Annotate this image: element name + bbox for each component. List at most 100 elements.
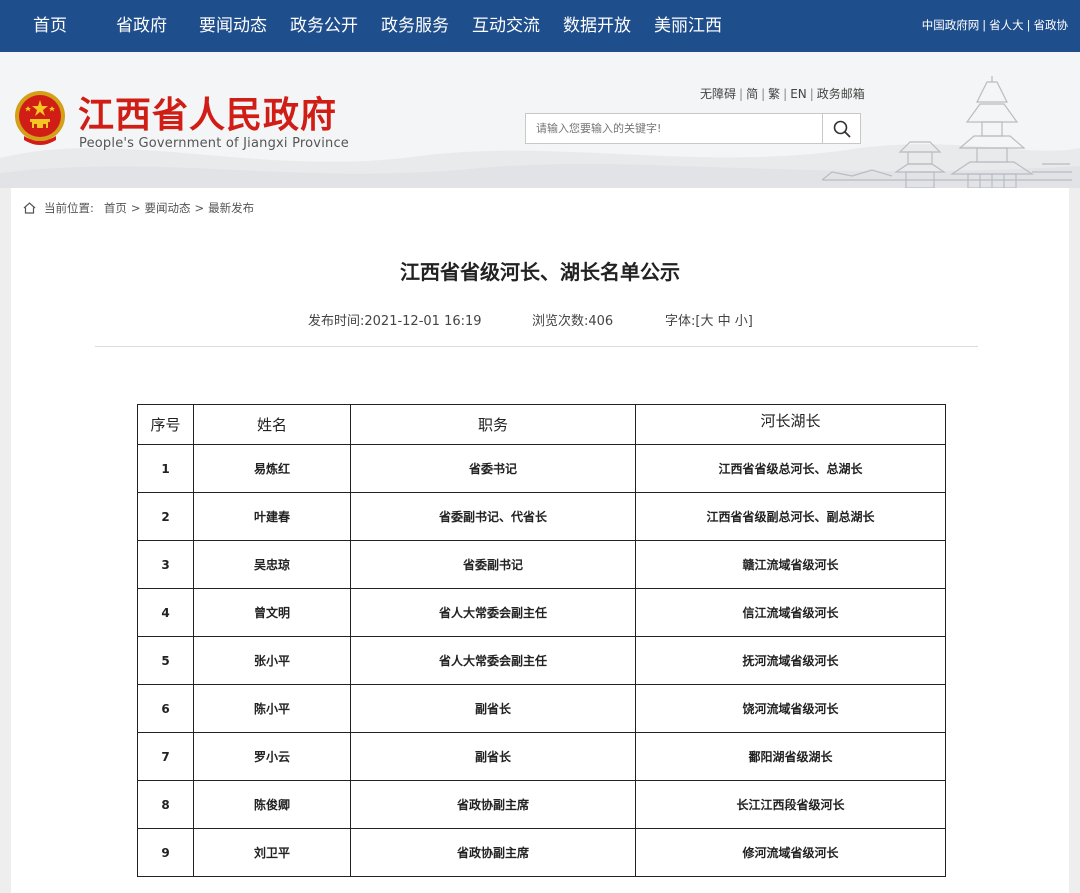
cell-chief-role: 鄱阳湖省级湖长 — [635, 732, 946, 781]
article-meta: 发布时间:2021-12-01 16:19 浏览次数:406 字体:[大 中 小… — [308, 310, 753, 329]
nav-provincial-government[interactable]: 省政府 — [116, 0, 167, 52]
cell-chief-role: 长江江西段省级河长 — [635, 780, 946, 829]
breadcrumb-news[interactable]: 要闻动态 — [145, 200, 191, 216]
cell-chief-role: 信江流域省级河长 — [635, 588, 946, 637]
table-row: 5 张小平 省人大常委会副主任 抚河流域省级河长 — [137, 636, 946, 685]
cell-chief-role: 赣江流域省级河长 — [635, 540, 946, 589]
cell-position: 省人大常委会副主任 — [350, 636, 636, 685]
cell-position: 省人大常委会副主任 — [350, 588, 636, 637]
cell-name: 陈俊卿 — [193, 780, 351, 829]
link-english[interactable]: EN — [790, 87, 807, 101]
separator: | — [739, 87, 744, 101]
breadcrumb-label: 当前位置: — [44, 201, 94, 215]
cell-index: 6 — [137, 684, 194, 733]
search-input[interactable] — [526, 114, 822, 143]
cell-index: 4 — [137, 588, 194, 637]
nav-home[interactable]: 首页 — [33, 0, 67, 52]
header-index: 序号 — [137, 404, 194, 445]
nav-interaction[interactable]: 互动交流 — [472, 0, 540, 52]
separator: | — [761, 87, 766, 101]
cell-index: 5 — [137, 636, 194, 685]
cell-chief-role: 抚河流域省级河长 — [635, 636, 946, 685]
font-size-small[interactable]: 小 — [735, 314, 748, 329]
nav-open-data[interactable]: 数据开放 — [563, 0, 631, 52]
cell-position: 省委副书记、代省长 — [350, 492, 636, 541]
font-size-bracket-close: ] — [747, 314, 753, 329]
table-row: 8 陈俊卿 省政协副主席 长江江西段省级河长 — [137, 780, 946, 829]
cell-name: 罗小云 — [193, 732, 351, 781]
cell-name: 吴忠琼 — [193, 540, 351, 589]
link-provincial-congress[interactable]: 省人大 — [989, 18, 1024, 32]
breadcrumb-home[interactable]: 首页 — [104, 200, 127, 216]
article-title: 江西省省级河长、湖长名单公示 — [400, 260, 680, 284]
cell-position: 省政协副主席 — [350, 780, 636, 829]
header-chief-role: 河长湖长 — [635, 404, 946, 445]
cell-index: 1 — [137, 444, 194, 493]
link-simplified-chinese[interactable]: 简 — [746, 87, 758, 101]
cell-position: 副省长 — [350, 684, 636, 733]
table-row: 4 曾文明 省人大常委会副主任 信江流域省级河长 — [137, 588, 946, 637]
article-card: 当前位置: 首页 > 要闻动态 > 最新发布 江西省省级河长、湖长名单公示 发布… — [11, 188, 1069, 893]
table-row: 9 刘卫平 省政协副主席 修河流域省级河长 — [137, 828, 946, 877]
cell-index: 7 — [137, 732, 194, 781]
search-box — [525, 113, 861, 144]
site-title[interactable]: 江西省人民政府 — [78, 86, 337, 138]
view-count: 浏览次数:406 — [532, 310, 613, 329]
font-size-large[interactable]: 大 — [700, 314, 713, 329]
separator: | — [1026, 18, 1031, 32]
cell-name: 张小平 — [193, 636, 351, 685]
header-name: 姓名 — [193, 404, 351, 445]
content-area: 当前位置: 首页 > 要闻动态 > 最新发布 江西省省级河长、湖长名单公示 发布… — [0, 188, 1080, 893]
cell-index: 3 — [137, 540, 194, 589]
nav-government-affairs-disclosure[interactable]: 政务公开 — [290, 0, 358, 52]
river-lake-chief-table: 序号 姓名 职务 河长湖长 1 易炼红 省委书记 江西省省级总河长、总湖长 2 … — [137, 404, 946, 877]
separator: | — [982, 18, 987, 32]
cell-name: 叶建春 — [193, 492, 351, 541]
publish-time: 发布时间:2021-12-01 16:19 — [308, 314, 482, 329]
link-provincial-cppcc[interactable]: 省政协 — [1034, 18, 1069, 32]
publish-time-label: 发布时间: — [308, 314, 365, 329]
table-row: 2 叶建春 省委副书记、代省长 江西省省级副总河长、副总湖长 — [137, 492, 946, 541]
top-nav: 首页 省政府 要闻动态 政务公开 政务服务 互动交流 数据开放 美丽江西 中国政… — [0, 0, 1080, 52]
separator: | — [783, 87, 788, 101]
cell-position: 省委副书记 — [350, 540, 636, 589]
cell-position: 副省长 — [350, 732, 636, 781]
view-count-label: 浏览次数: — [532, 314, 589, 329]
table-row: 6 陈小平 副省长 饶河流域省级河长 — [137, 684, 946, 733]
nav-beautiful-jiangxi[interactable]: 美丽江西 — [654, 0, 722, 52]
breadcrumb-separator: > — [194, 201, 205, 215]
cell-position: 省委书记 — [350, 444, 636, 493]
view-count-value: 406 — [588, 314, 614, 329]
site-subtitle: People's Government of Jiangxi Province — [79, 136, 349, 151]
cell-chief-role: 修河流域省级河长 — [635, 828, 946, 877]
font-size-label: 字体: — [665, 314, 696, 329]
pavilion-illustration — [822, 76, 1072, 188]
cell-index: 2 — [137, 492, 194, 541]
breadcrumb-separator: > — [130, 201, 141, 215]
breadcrumb-latest[interactable]: 最新发布 — [208, 200, 254, 216]
table-row: 7 罗小云 副省长 鄱阳湖省级湖长 — [137, 732, 946, 781]
title-divider — [95, 346, 978, 347]
separator: | — [809, 87, 814, 101]
header-position: 职务 — [350, 404, 636, 445]
cell-name: 陈小平 — [193, 684, 351, 733]
cell-name: 刘卫平 — [193, 828, 351, 877]
link-accessibility[interactable]: 无障碍 — [700, 87, 736, 101]
national-emblem-icon — [15, 91, 65, 145]
link-traditional-chinese[interactable]: 繁 — [768, 87, 780, 101]
cell-chief-role: 饶河流域省级河长 — [635, 684, 946, 733]
font-size-medium[interactable]: 中 — [718, 314, 731, 329]
publish-time-value: 2021-12-01 16:19 — [364, 314, 482, 329]
cell-chief-role: 江西省省级总河长、总湖长 — [635, 444, 946, 493]
cell-index: 8 — [137, 780, 194, 829]
cell-position: 省政协副主席 — [350, 828, 636, 877]
cell-name: 易炼红 — [193, 444, 351, 493]
nav-news[interactable]: 要闻动态 — [199, 0, 267, 52]
link-china-government[interactable]: 中国政府网 — [922, 18, 980, 32]
table-header-row: 序号 姓名 职务 河长湖长 — [137, 404, 946, 445]
top-external-links: 中国政府网 | 省人大 | 省政协 — [922, 0, 1068, 52]
nav-government-services[interactable]: 政务服务 — [381, 0, 449, 52]
home-icon — [23, 202, 36, 214]
table-row: 1 易炼红 省委书记 江西省省级总河长、总湖长 — [137, 444, 946, 493]
cell-index: 9 — [137, 828, 194, 877]
